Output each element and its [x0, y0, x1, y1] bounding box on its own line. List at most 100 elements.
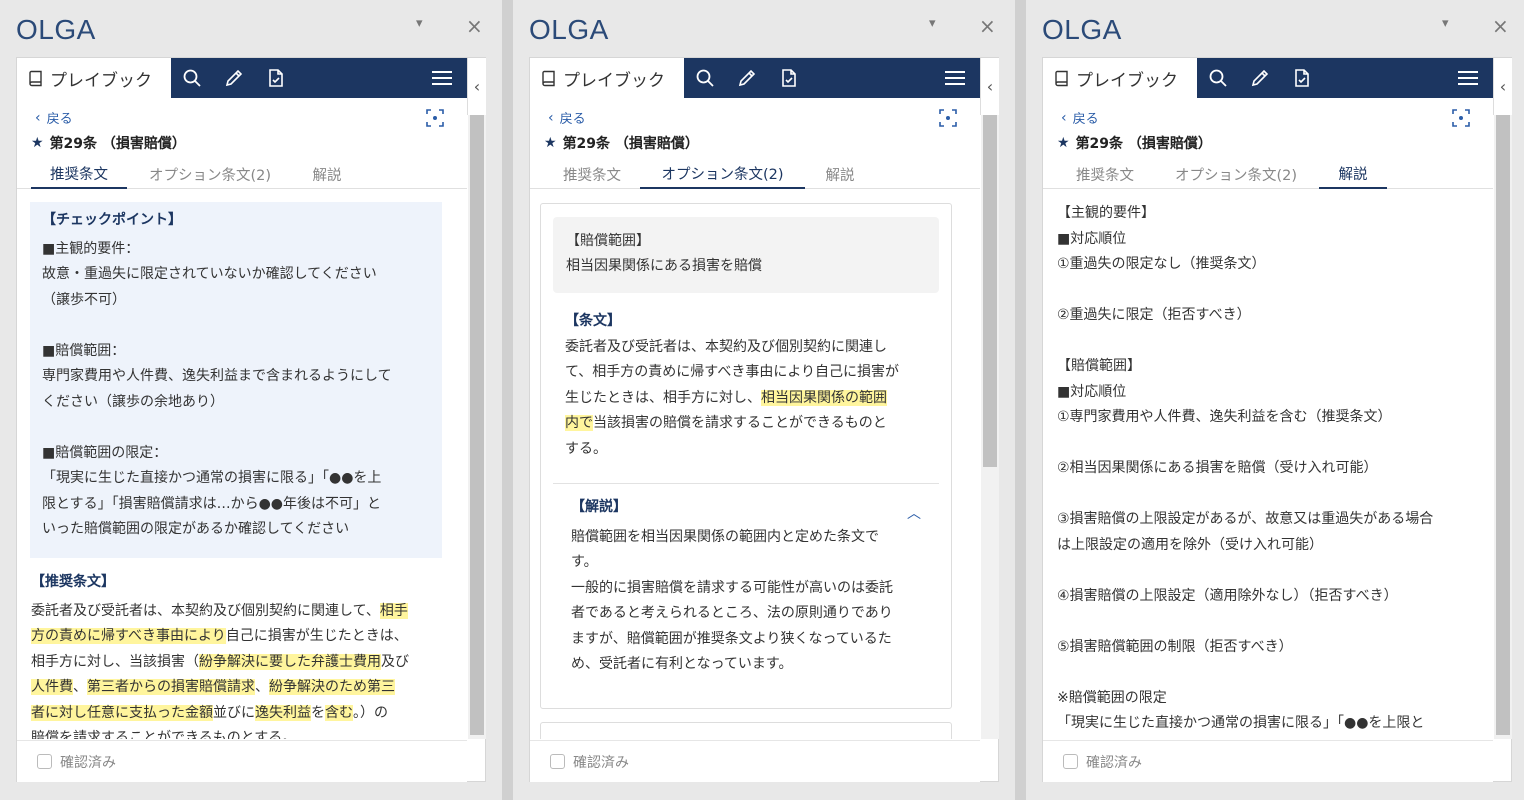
- tab-explanation[interactable]: 解説: [301, 159, 353, 189]
- playbook-card: プレイブック ‹ ‹ 戻る ★ 第29条 （損害賠償） 推奨条文 オプション条文…: [16, 57, 486, 782]
- confirm-checkbox[interactable]: 確認済み: [1043, 740, 1493, 782]
- star-icon[interactable]: ★: [1057, 135, 1070, 151]
- collapse-sidebar-icon[interactable]: ‹: [1493, 58, 1512, 115]
- explanation-content: 【主観的要件】 ■対応順位 ①重過失の限定なし（推奨条文） ②重過失に限定（拒否…: [1043, 189, 1493, 739]
- playbook-tab[interactable]: プレイブック: [530, 58, 684, 98]
- search-icon[interactable]: [1197, 58, 1239, 98]
- close-icon[interactable]: ×: [1492, 14, 1509, 38]
- scope-title: 【賠償範囲】: [566, 233, 650, 249]
- recommended-clause: 【推奨条文】 委託者及び受託者は、本契約及び個別契約に関連して、相手 方の責めに…: [31, 570, 451, 739]
- tab-options[interactable]: オプション条文(2): [1165, 159, 1307, 189]
- collapse-sidebar-icon[interactable]: ‹: [467, 58, 486, 115]
- recommended-content: 【チェックポイント】 ■主観的要件： 故意・重過失に限定されていないか確認してく…: [17, 189, 467, 739]
- brand-logo: OLGA: [16, 14, 96, 45]
- dropdown-icon[interactable]: ▾: [1442, 16, 1449, 31]
- document-check-icon[interactable]: [255, 58, 297, 98]
- clause-tabs: 推奨条文 オプション条文(2) 解説: [17, 159, 467, 189]
- option-card: 【賠償範囲】 相当因果関係にある損害を賠償 【条文】 委託者及び受託者は、本契約…: [540, 203, 952, 709]
- playbook-tab[interactable]: プレイブック: [1043, 58, 1197, 98]
- tab-recommended[interactable]: 推奨条文: [544, 159, 640, 189]
- clause-title: 【条文】: [565, 313, 621, 329]
- playbook-tab[interactable]: プレイブック: [17, 58, 171, 98]
- dropdown-icon[interactable]: ▾: [416, 16, 423, 31]
- recommended-body: 委託者及び受託者は、本契約及び個別契約に関連して、相手 方の責めに帰すべき事由に…: [31, 602, 409, 739]
- playbook-card: プレイブック ‹ ‹ 戻る ★ 第29条 （損害賠償） 推奨条文 オプション条文…: [529, 57, 999, 782]
- tab-options[interactable]: オプション条文(2): [640, 159, 805, 189]
- close-icon[interactable]: ×: [466, 14, 483, 38]
- dropdown-icon[interactable]: ▾: [929, 16, 936, 31]
- recommended-title: 【推奨条文】: [31, 574, 115, 590]
- options-content: 【賠償範囲】 相当因果関係にある損害を賠償 【条文】 委託者及び受託者は、本契約…: [530, 189, 980, 739]
- explanation-body: 賠償範囲を相当因果関係の範囲内と定めた条文で す。 一般的に損害賠償を請求する可…: [571, 528, 893, 673]
- document-check-icon[interactable]: [768, 58, 810, 98]
- top-nav: プレイブック: [17, 58, 467, 98]
- brand-logo: OLGA: [1042, 14, 1122, 45]
- panel-separator: [502, 0, 513, 800]
- scrollbar[interactable]: [468, 115, 486, 739]
- explanation-section: 【解説】 賠償範囲を相当因果関係の範囲内と定めた条文で す。 一般的に損害賠償を…: [571, 495, 931, 678]
- chevron-left-icon: ‹: [1061, 109, 1067, 126]
- tab-explanation[interactable]: 解説: [814, 159, 866, 189]
- option-card-2[interactable]: [540, 722, 952, 739]
- top-nav: プレイブック: [1043, 58, 1493, 98]
- pencil-icon[interactable]: [1239, 58, 1281, 98]
- article-title: ★ 第29条 （損害賠償）: [1057, 135, 1212, 152]
- article-title: ★ 第29条 （損害賠償）: [31, 135, 186, 152]
- star-icon[interactable]: ★: [544, 135, 557, 151]
- panel-separator: [1015, 0, 1026, 800]
- pencil-icon[interactable]: [726, 58, 768, 98]
- confirm-checkbox[interactable]: 確認済み: [17, 740, 467, 782]
- pencil-icon[interactable]: [213, 58, 255, 98]
- collapse-sidebar-icon[interactable]: ‹: [980, 58, 999, 115]
- tab-recommended[interactable]: 推奨条文: [1057, 159, 1153, 189]
- checkbox[interactable]: [1063, 754, 1078, 769]
- menu-icon[interactable]: [930, 58, 980, 98]
- scope-summary: 【賠償範囲】 相当因果関係にある損害を賠償: [553, 217, 939, 293]
- confirm-checkbox[interactable]: 確認済み: [530, 740, 980, 782]
- tab-recommended[interactable]: 推奨条文: [31, 159, 127, 189]
- playbook-card: プレイブック ‹ ‹ 戻る ★ 第29条 （損害賠償） 推奨条文 オプション条文…: [1042, 57, 1512, 782]
- brand-logo: OLGA: [529, 14, 609, 45]
- checkbox[interactable]: [550, 754, 565, 769]
- checkbox[interactable]: [37, 754, 52, 769]
- menu-icon[interactable]: [417, 58, 467, 98]
- checkpoint-body: ■主観的要件： 故意・重過失に限定されていないか確認してください （譲歩不可） …: [42, 240, 392, 538]
- playbook-tab-label: プレイブック: [563, 70, 665, 91]
- tab-explanation[interactable]: 解説: [1319, 159, 1387, 189]
- search-icon[interactable]: [684, 58, 726, 98]
- focus-expand-icon[interactable]: [426, 109, 444, 131]
- focus-expand-icon[interactable]: [1452, 109, 1470, 131]
- back-link[interactable]: ‹ 戻る: [548, 108, 586, 128]
- scrollbar[interactable]: [981, 115, 999, 739]
- clause-tabs: 推奨条文 オプション条文(2) 解説: [1043, 159, 1493, 189]
- explanation-title: 【解説】: [571, 499, 627, 515]
- chevron-left-icon: ‹: [548, 109, 554, 126]
- menu-icon[interactable]: [1443, 58, 1493, 98]
- document-check-icon[interactable]: [1281, 58, 1323, 98]
- playbook-tab-label: プレイブック: [50, 70, 152, 91]
- checkpoint-title: 【チェックポイント】: [42, 212, 182, 228]
- scope-body: 相当因果関係にある損害を賠償: [566, 258, 762, 274]
- scrollbar[interactable]: [1494, 115, 1512, 739]
- close-icon[interactable]: ×: [979, 14, 996, 38]
- chevron-left-icon: ‹: [35, 109, 41, 126]
- article-title: ★ 第29条 （損害賠償）: [544, 135, 699, 152]
- book-icon: [542, 70, 555, 86]
- clause-body: 委託者及び受託者は、本契約及び個別契約に関連し て、相手方の責めに帰すべき事由に…: [565, 338, 900, 457]
- search-icon[interactable]: [171, 58, 213, 98]
- clause-section: 【条文】 委託者及び受託者は、本契約及び個別契約に関連し て、相手方の責めに帰す…: [565, 309, 935, 462]
- olga-panel-recommended: OLGA ▾ × プレイブック ‹ ‹ 戻る ★ 第29条 （損害賠償） 推奨条…: [0, 0, 502, 800]
- playbook-tab-label: プレイブック: [1076, 70, 1178, 91]
- back-link[interactable]: ‹ 戻る: [35, 108, 73, 128]
- olga-panel-explanation: OLGA ▾ × プレイブック ‹ ‹ 戻る ★ 第29条 （損害賠償） 推奨条…: [1026, 0, 1524, 800]
- chevron-up-icon[interactable]: ︿: [907, 502, 921, 528]
- book-icon: [1055, 70, 1068, 86]
- explanation-body: 【主観的要件】 ■対応順位 ①重過失の限定なし（推奨条文） ②重過失に限定（拒否…: [1057, 205, 1434, 731]
- focus-expand-icon[interactable]: [939, 109, 957, 131]
- back-link[interactable]: ‹ 戻る: [1061, 108, 1099, 128]
- olga-panel-options: OLGA ▾ × プレイブック ‹ ‹ 戻る ★ 第29条 （損害賠償） 推奨条…: [513, 0, 1015, 800]
- divider: [553, 483, 939, 484]
- top-nav: プレイブック: [530, 58, 980, 98]
- tab-options[interactable]: オプション条文(2): [139, 159, 281, 189]
- star-icon[interactable]: ★: [31, 135, 44, 151]
